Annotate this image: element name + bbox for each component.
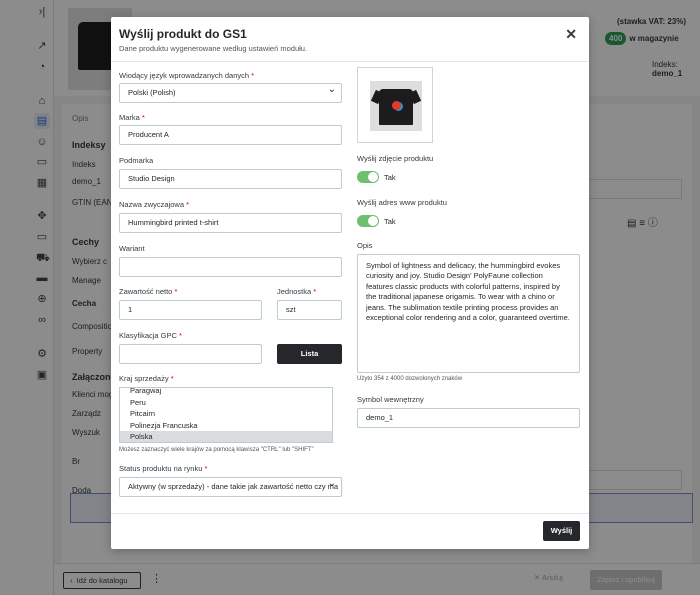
subbrand-input[interactable]: Studio Design bbox=[119, 169, 342, 189]
list-item[interactable]: Paragwaj bbox=[120, 388, 332, 397]
internal-symbol-input[interactable]: demo_1 bbox=[357, 408, 580, 428]
description-textarea[interactable]: Symbol of lightness and delicacy, the hu… bbox=[357, 254, 580, 373]
send-image-toggle[interactable] bbox=[357, 171, 379, 183]
common-name-input[interactable]: Hummingbird printed t-shirt bbox=[119, 213, 342, 233]
send-url-label: Wyślij adres www produktu bbox=[357, 198, 447, 207]
variant-input[interactable] bbox=[119, 257, 342, 277]
country-label: Kraj sprzedaży * bbox=[119, 374, 174, 383]
unit-input[interactable]: szt bbox=[277, 300, 342, 320]
common-name-label: Nazwa zwyczajowa * bbox=[119, 200, 190, 209]
language-label: Wiodący język wprowadzanych danych * bbox=[119, 71, 255, 80]
gpc-label: Klasyfikacja GPC * bbox=[119, 331, 182, 340]
language-select[interactable]: Polski (Polish) bbox=[119, 83, 342, 103]
net-content-label: Zawartość netto * bbox=[119, 287, 178, 296]
close-icon[interactable]: ✕ bbox=[565, 27, 577, 41]
country-listbox[interactable]: Paragwaj Peru Pitcairn Polinezja Francus… bbox=[119, 387, 333, 443]
send-button[interactable]: Wyślij bbox=[543, 521, 580, 541]
gpc-input[interactable] bbox=[119, 344, 262, 364]
subbrand-label: Podmarka bbox=[119, 156, 154, 165]
send-image-toggle-label: Tak bbox=[384, 173, 396, 182]
net-content-input[interactable]: 1 bbox=[119, 300, 262, 320]
status-select[interactable]: Aktywny (w sprzedaży) - dane takie jak z… bbox=[119, 477, 342, 497]
gpc-list-button[interactable]: Lista bbox=[277, 344, 342, 364]
product-image bbox=[357, 67, 433, 143]
brand-label: Marka * bbox=[119, 113, 145, 122]
description-label: Opis bbox=[357, 241, 373, 250]
char-count: Użyto 354 z 4000 dozwolonych znaków bbox=[357, 376, 463, 382]
country-help-text: Możesz zaznaczyć wiele krajów za pomocą … bbox=[119, 447, 314, 453]
list-item[interactable]: Pitcairn bbox=[120, 408, 332, 420]
list-item[interactable]: Polinezja Francuska bbox=[120, 420, 332, 432]
modal-subtitle: Dane produktu wygenerowane według ustawi… bbox=[119, 44, 308, 53]
send-url-toggle[interactable] bbox=[357, 215, 379, 227]
unit-label: Jednostka * bbox=[277, 287, 317, 296]
modal-title: Wyślij produkt do GS1 bbox=[119, 27, 247, 41]
send-url-toggle-label: Tak bbox=[384, 217, 396, 226]
send-image-label: Wyślij zdjęcie produktu bbox=[357, 154, 434, 163]
internal-symbol-label: Symbol wewnętrzny bbox=[357, 395, 424, 404]
list-item-selected[interactable]: Polska bbox=[120, 431, 332, 442]
status-label: Status produktu na rynku * bbox=[119, 464, 208, 473]
gs1-modal: Wyślij produkt do GS1 Dane produktu wyge… bbox=[111, 17, 589, 549]
variant-label: Wariant bbox=[119, 244, 145, 253]
list-item[interactable]: Peru bbox=[120, 397, 332, 409]
brand-input[interactable]: Producent A bbox=[119, 125, 342, 145]
